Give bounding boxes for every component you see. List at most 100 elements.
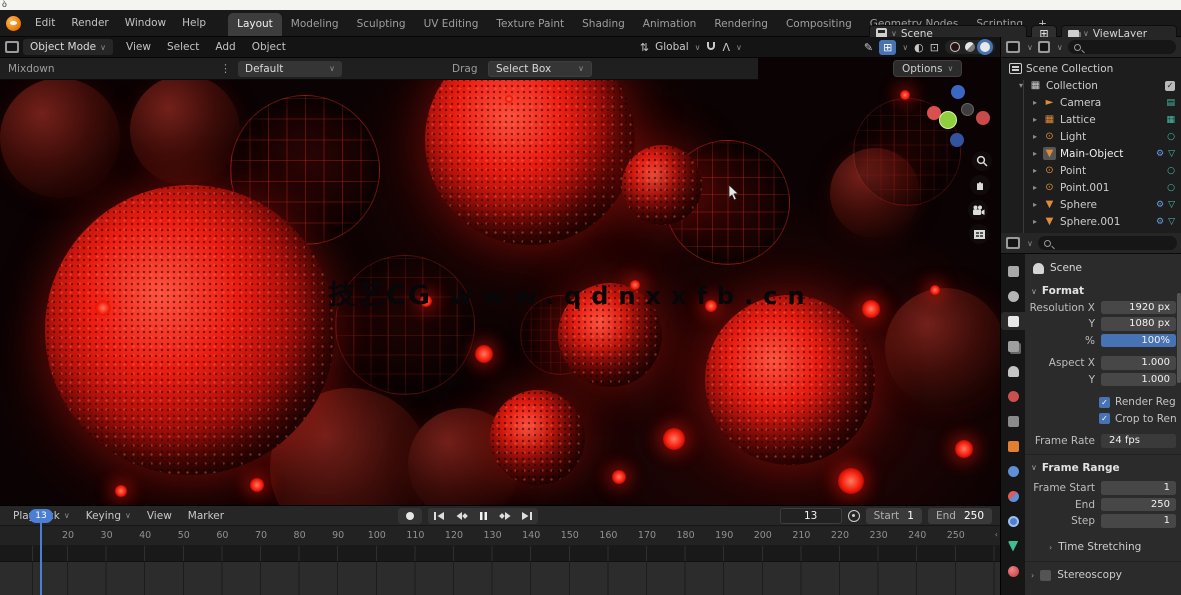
tab-scene[interactable] [1003,362,1023,380]
editor-type-icon[interactable] [5,41,19,53]
menu-edit[interactable]: Edit [27,14,63,32]
panel-frame-range[interactable]: ∨ Frame Range [1029,459,1176,477]
menu-object[interactable]: Object [245,39,293,55]
tab-material[interactable] [1003,562,1023,580]
menu-view[interactable]: View [140,508,179,524]
frame-end-field[interactable]: End 250 [928,508,992,524]
outliner-row-camera[interactable]: ▸ ► Camera ▤ [1001,94,1181,111]
gizmo-z-axis[interactable] [951,85,965,99]
outliner-row-light[interactable]: ▸ ⊙ Light ○ [1001,128,1181,145]
xray-icon[interactable]: ⊡ [930,41,939,54]
render-region-checkbox[interactable]: ✓ [1099,397,1110,408]
crop-render-region-checkbox[interactable]: ✓ [1099,413,1110,424]
tab-view-layer[interactable] [1003,337,1023,355]
shading-rendered-button[interactable] [980,42,990,52]
tab-compositing[interactable]: Compositing [777,13,861,36]
resolution-x-field[interactable]: 1920 px [1101,301,1176,315]
gizmo-x-axis-neg[interactable] [976,111,990,125]
camera-view-icon[interactable] [968,200,988,220]
mesh-data-icon[interactable]: ▽ [1168,149,1175,159]
viewport-3d[interactable]: 技艺CG www.qdnxxfb.cn Mixdown ⋮ [0,58,1000,505]
timeline-ruler[interactable]: 20 30 40 50 60 70 80 90 100 110 120 130 … [0,526,1000,546]
disclosure-icon[interactable]: ▸ [1031,217,1039,226]
disclosure-icon[interactable]: ▸ [1031,166,1039,175]
menu-select[interactable]: Select [160,39,206,55]
disclosure-icon[interactable]: ▸ [1031,115,1039,124]
playhead-marker[interactable]: 13 [29,509,53,523]
zoom-icon[interactable] [972,151,992,171]
mesh-data-icon[interactable]: ▽ [1168,217,1175,227]
outliner-row-main-object[interactable]: ▸ ▼ Main-Object ⚙ ▽ [1001,145,1181,162]
pan-hand-icon[interactable] [970,175,990,195]
tab-physics[interactable] [1003,512,1023,530]
auto-keyframe-button[interactable] [398,508,422,524]
properties-search-input[interactable] [1038,236,1177,250]
gizmo-z-axis-neg[interactable] [950,133,964,147]
frame-start-field[interactable]: Start 1 [866,508,922,524]
menu-keying[interactable]: Keying∨ [79,508,138,524]
tab-tool[interactable] [1003,262,1023,280]
shading-wireframe-button[interactable] [950,42,960,52]
outliner-editor-icon[interactable] [1006,41,1020,53]
menu-add[interactable]: Add [208,39,242,55]
outliner-row-sphere-001[interactable]: ▸ ▼ Sphere.001 ⚙ ▽ [1001,213,1181,230]
outliner-row-point-001[interactable]: ▸ ⊙ Point.001 ○ [1001,179,1181,196]
panel-time-stretching[interactable]: › Time Stretching [1047,538,1176,556]
disclosure-icon[interactable]: ▸ [1031,200,1039,209]
modifier-icon[interactable]: ⚙ [1156,200,1164,210]
next-keyframe-button[interactable] [494,508,516,524]
previous-keyframe-button[interactable] [450,508,472,524]
blender-logo-icon[interactable] [6,16,21,31]
display-mode-icon[interactable] [1038,41,1050,53]
menu-render[interactable]: Render [63,14,116,32]
disclosure-icon[interactable]: ▸ [1031,132,1039,141]
preset-dropdown[interactable]: Default ∨ [238,61,342,77]
disclosure-icon[interactable]: ▸ [1031,98,1039,107]
outliner-row-lattice[interactable]: ▸ ▦ Lattice ▦ [1001,111,1181,128]
tab-object-data[interactable] [1003,537,1023,555]
aspect-y-field[interactable]: 1.000 [1101,373,1176,387]
panel-format[interactable]: ∨ Format [1029,282,1176,300]
proportional-editing-icon[interactable]: Λ [722,41,730,54]
tab-collection[interactable] [1003,412,1023,430]
tab-rendering[interactable]: Rendering [705,13,777,36]
light-data-icon[interactable]: ○ [1167,132,1175,142]
drag-tool-dropdown[interactable]: Select Box ∨ [488,61,592,77]
snap-magnet-icon[interactable] [706,41,716,54]
disclosure-icon[interactable]: ▸ [1031,149,1039,158]
ortho-grid-icon[interactable] [969,224,989,244]
menu-help[interactable]: Help [174,14,214,32]
tab-render[interactable] [1003,287,1023,305]
frame-end-field[interactable]: 250 [1101,498,1176,512]
timeline-tracks[interactable] [0,546,1000,595]
frame-step-field[interactable]: 1 [1101,514,1176,528]
tab-world[interactable] [1003,387,1023,405]
tab-object[interactable] [1003,437,1023,455]
render-visibility-checkbox[interactable]: ✓ [1165,81,1175,91]
stereoscopy-checkbox[interactable] [1040,570,1051,581]
lattice-data-icon[interactable]: ▦ [1166,115,1175,125]
mode-dropdown[interactable]: Object Mode ∨ [23,39,113,55]
menu-view[interactable]: View [119,39,158,55]
tab-sculpting[interactable]: Sculpting [348,13,415,36]
outliner-row-scene-collection[interactable]: Scene Collection [1001,60,1181,77]
gizmo-center[interactable] [961,103,974,116]
jump-to-end-button[interactable] [516,508,538,524]
aspect-x-field[interactable]: 1.000 [1101,356,1176,370]
options-button[interactable]: Options ∨ [893,60,962,77]
tab-uv-editing[interactable]: UV Editing [415,13,488,36]
tab-shading[interactable]: Shading [573,13,634,36]
resolution-percent-field[interactable]: 100% [1101,334,1176,348]
jump-to-start-button[interactable] [428,508,450,524]
tab-texture-paint[interactable]: Texture Paint [487,13,573,36]
outliner-row-collection[interactable]: ▾ ▦ Collection ✓ [1001,77,1181,94]
menu-marker[interactable]: Marker [181,508,231,524]
mesh-data-icon[interactable]: ▽ [1168,200,1175,210]
overlays-icon[interactable]: ◐ [914,41,924,54]
frame-start-field[interactable]: 1 [1101,481,1176,495]
light-data-icon[interactable]: ○ [1167,166,1175,176]
transform-orientation-icon[interactable]: ⇅ [640,41,649,54]
menu-window[interactable]: Window [117,14,174,32]
frame-rate-field[interactable]: 24 fps [1101,434,1176,448]
snapping-active-icon[interactable]: ⊞ [879,40,896,55]
